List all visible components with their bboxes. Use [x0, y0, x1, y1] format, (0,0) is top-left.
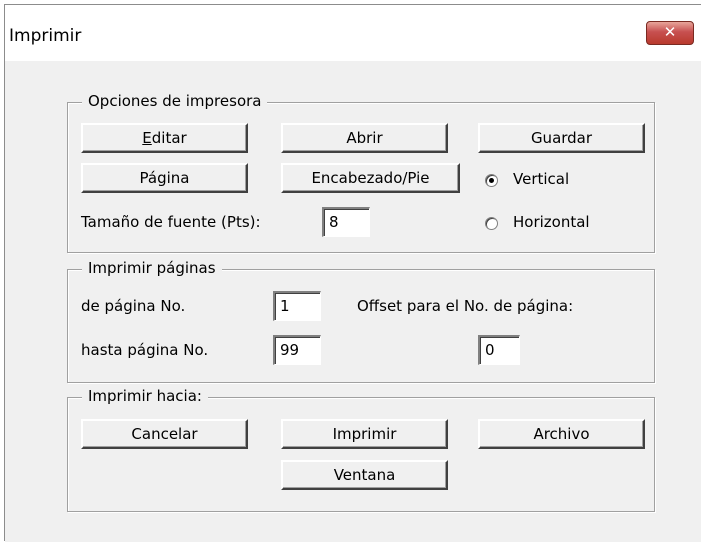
printer-options-legend: Opciones de impresora [82, 92, 268, 110]
window-button[interactable]: Ventana [281, 460, 448, 490]
vertical-label[interactable]: Vertical [513, 170, 569, 188]
horizontal-label[interactable]: Horizontal [513, 213, 590, 231]
close-button[interactable]: ✕ [646, 21, 694, 45]
window-title: Imprimir [9, 26, 82, 46]
cancel-button[interactable]: Cancelar [81, 419, 248, 449]
from-page-label: de página No. [81, 297, 186, 315]
from-page-input[interactable]: 1 [273, 291, 321, 321]
horizontal-radio[interactable] [485, 217, 498, 230]
dialog-body: Opciones de impresora Editar Abrir Guard… [5, 61, 701, 542]
vertical-radio[interactable] [485, 174, 498, 187]
close-icon: ✕ [663, 23, 677, 41]
header-footer-button[interactable]: Encabezado/Pie [281, 163, 460, 193]
print-pages-legend: Imprimir páginas [82, 259, 222, 277]
print-to-group: Imprimir hacia: [67, 387, 655, 512]
save-button[interactable]: Guardar [478, 123, 645, 153]
open-button[interactable]: Abrir [281, 123, 448, 153]
print-button[interactable]: Imprimir [281, 419, 448, 449]
edit-button[interactable]: Editar [81, 123, 248, 153]
offset-input[interactable]: 0 [478, 335, 520, 365]
file-button[interactable]: Archivo [478, 419, 645, 449]
radio-selected-dot [489, 178, 494, 183]
page-button[interactable]: Página [81, 163, 248, 193]
font-size-label: Tamaño de fuente (Pts): [81, 213, 261, 231]
print-pages-group: Imprimir páginas [67, 259, 655, 383]
offset-label: Offset para el No. de página: [357, 297, 574, 315]
to-page-input[interactable]: 99 [273, 335, 321, 365]
print-to-legend: Imprimir hacia: [82, 387, 208, 405]
to-page-label: hasta página No. [81, 341, 209, 359]
print-dialog: Imprimir ✕ Opciones de impresora Editar … [4, 4, 701, 542]
font-size-input[interactable]: 8 [322, 207, 370, 237]
title-bar[interactable]: Imprimir ✕ [5, 5, 701, 61]
